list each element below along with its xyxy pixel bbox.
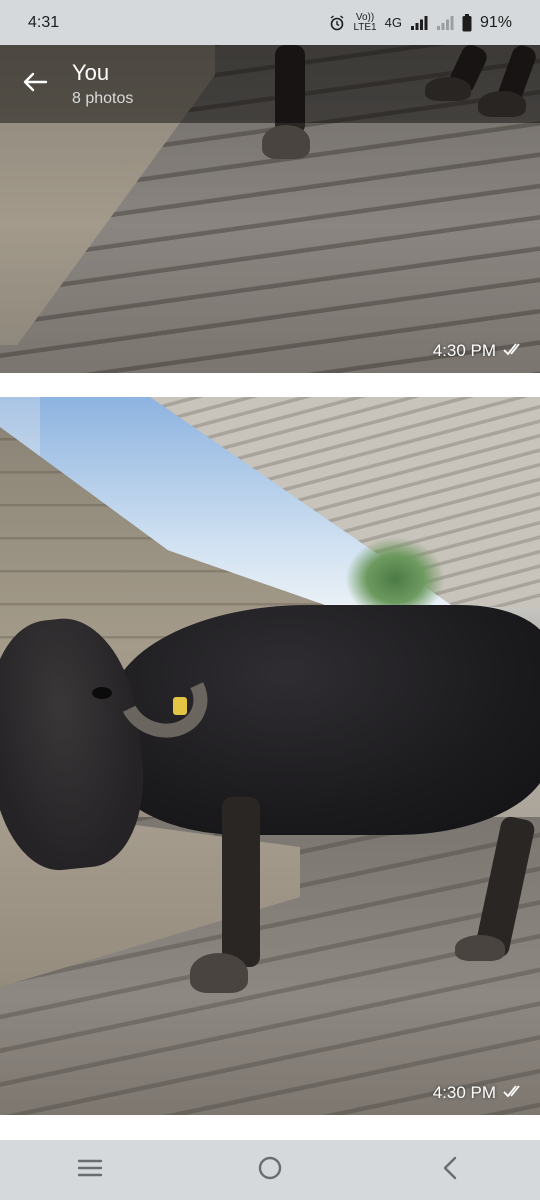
status-bar: 4:31 Vo)) LTE1 4G 91% bbox=[0, 0, 540, 45]
signal-icon bbox=[410, 15, 428, 31]
network-type: 4G bbox=[384, 15, 402, 30]
signal-empty-icon bbox=[436, 15, 454, 31]
photo-buffalo-leg bbox=[222, 797, 260, 967]
battery-icon bbox=[462, 13, 472, 32]
photo-animal-hoof bbox=[262, 125, 310, 159]
recent-apps-button[interactable] bbox=[60, 1140, 120, 1200]
double-check-icon bbox=[502, 341, 524, 361]
message-gap bbox=[0, 373, 540, 397]
header-subtitle: 8 photos bbox=[72, 90, 134, 107]
double-check-icon bbox=[502, 1083, 524, 1103]
photo-ear-tag bbox=[173, 697, 187, 715]
photo-timestamp: 4:30 PM bbox=[433, 341, 524, 361]
recent-apps-icon bbox=[77, 1158, 103, 1183]
photo-tree bbox=[345, 537, 445, 607]
photo-timestamp: 4:30 PM bbox=[433, 1083, 524, 1103]
home-icon bbox=[257, 1155, 283, 1186]
arrow-left-icon bbox=[22, 71, 48, 98]
back-button[interactable] bbox=[0, 45, 70, 123]
nav-back-button[interactable] bbox=[420, 1140, 480, 1200]
photo-buffalo-eye bbox=[92, 687, 112, 699]
header-text: You 8 photos bbox=[72, 60, 133, 108]
photo-time-label: 4:30 PM bbox=[432, 341, 496, 360]
photo-buffalo-hoof bbox=[190, 953, 248, 993]
photo-time-label: 4:30 PM bbox=[432, 1083, 496, 1102]
photo-message-2[interactable]: 4:30 PM bbox=[0, 397, 540, 1115]
alarm-icon bbox=[329, 14, 345, 31]
header-title: You bbox=[72, 60, 110, 85]
media-header: You 8 photos bbox=[0, 45, 540, 123]
message-gap bbox=[0, 1115, 540, 1140]
system-nav-bar bbox=[0, 1140, 540, 1200]
photo-buffalo-hoof bbox=[455, 935, 505, 961]
back-icon bbox=[440, 1155, 460, 1186]
status-icons: Vo)) LTE1 4G 91% bbox=[329, 12, 512, 33]
network-label-bottom: LTE1 bbox=[353, 21, 377, 33]
battery-percent: 91% bbox=[479, 13, 512, 31]
network-label: Vo)) LTE1 bbox=[353, 12, 377, 33]
home-button[interactable] bbox=[240, 1140, 300, 1200]
status-time: 4:31 bbox=[28, 13, 60, 31]
